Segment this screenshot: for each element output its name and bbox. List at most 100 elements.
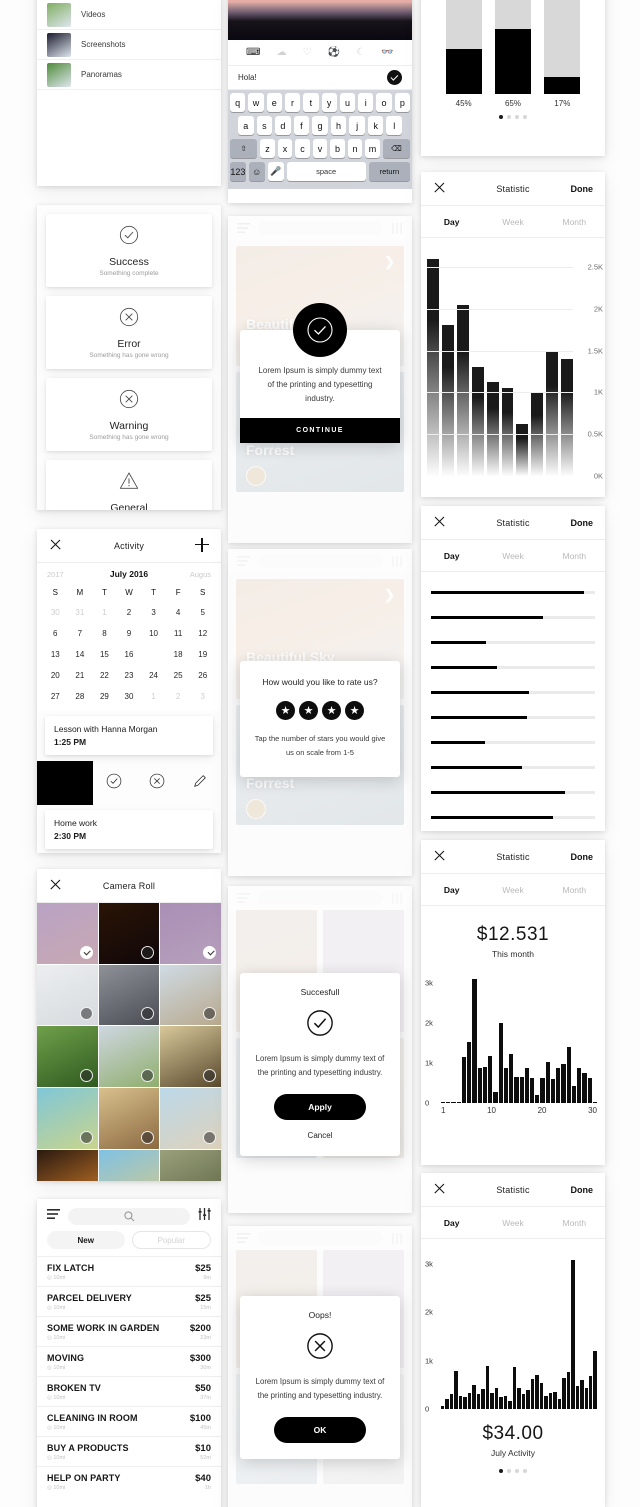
statistic-tab-month[interactable]: Month [544,874,605,905]
statistic-tab-day[interactable]: Day [421,874,482,905]
pagination-dot[interactable] [507,1469,511,1473]
calendar-day[interactable]: 23 [117,665,142,686]
photo-select-badge[interactable] [79,945,93,959]
statistic-close-button[interactable] [433,515,459,530]
task-row[interactable]: FIX LATCH $25 ◎ 10mi 9m [37,1256,221,1286]
photo-select-badge[interactable] [203,945,216,959]
pagination-dot[interactable] [523,1469,527,1473]
library-row[interactable]: Screenshots [37,30,221,60]
on-screen-keyboard[interactable]: q w e r t y u i o p a s d f g h j k l ⇧ z x c v b n m ⌫ 123 ☺ 🎤 space re… [228,90,412,189]
alert-card[interactable]: Success Something complete [46,214,212,287]
photo-select-badge[interactable] [203,1130,216,1144]
camera-roll-cell[interactable] [160,1149,221,1181]
key-w[interactable]: w [248,93,264,112]
keyboard-icon[interactable]: ⌨ [246,47,260,58]
calendar-day[interactable]: 20 [43,665,68,686]
statistic-done-button[interactable]: Done [567,518,594,528]
camera-roll-cell[interactable] [160,903,221,964]
send-check-icon[interactable] [387,70,402,85]
statistic-tab-week[interactable]: Week [482,540,543,571]
photo-select-badge[interactable] [141,945,155,959]
calendar-day[interactable]: 15 [92,644,117,665]
pagination-dot[interactable] [523,115,527,119]
statistic-tab-month[interactable]: Month [544,540,605,571]
photo-select-badge[interactable] [79,1007,93,1021]
key-g[interactable]: g [312,116,328,135]
statistic-done-button[interactable]: Done [567,1185,594,1195]
x-circle-icon[interactable] [149,773,165,794]
calendar-day[interactable]: 12 [190,623,215,644]
soccer-ball-icon[interactable]: ⚽ [328,47,340,58]
task-row[interactable]: PARCEL DELIVERY $25 ◎ 10mi 15m [37,1286,221,1316]
task-row[interactable]: MOVING $300 ◎ 10mi 30m [37,1346,221,1376]
pencil-icon[interactable] [192,773,208,794]
calendar-grid[interactable]: S M T W T F S 30 31 1 2 3 4 5 6 7 8 9 10 11 12 13 14 15 16 17 18 19… [37,581,221,711]
message-input[interactable]: Hola! [238,73,387,82]
calendar-day[interactable]: 16 [117,644,142,665]
cancel-button[interactable]: Cancel [252,1131,388,1140]
key-n[interactable]: n [347,139,363,158]
check-circle-icon[interactable] [106,773,122,794]
tasklist-tab-new[interactable]: New [47,1231,125,1249]
statistic-tab-month[interactable]: Month [544,1207,605,1238]
tasklist-tab-popular[interactable]: Popular [131,1231,211,1249]
calendar-day[interactable]: 9 [117,623,142,644]
camera-roll-close-button[interactable] [49,878,75,893]
photo-select-badge[interactable] [203,1069,216,1083]
key-b[interactable]: b [330,139,345,158]
key-u[interactable]: u [339,93,356,112]
calendar-day[interactable]: 17 [141,644,166,665]
statistic-tabs[interactable]: Day Week Month [421,874,605,906]
task-row[interactable]: BROKEN TV $50 ◎ 10mi 37m [37,1376,221,1406]
pagination-dots[interactable] [421,108,605,128]
pagination-dots[interactable] [421,1458,605,1482]
statistic-done-button[interactable]: Done [567,184,594,194]
reaction-icon-row[interactable]: ⌨ ☁ ♡ ⚽ ☾ 👓 [228,40,412,66]
calendar-prev-month[interactable]: 2017 [47,570,81,579]
calendar-day[interactable]: 31 [68,602,93,623]
shift-key[interactable]: ⇧ [230,139,258,158]
key-o[interactable]: o [376,93,392,112]
camera-roll-cell[interactable] [98,1088,160,1149]
rating-stars[interactable]: ★ ★ ★ ★ [252,701,388,720]
ok-button[interactable]: OK [274,1416,366,1443]
key-k[interactable]: k [367,116,384,135]
calendar-day[interactable]: 30 [117,686,142,707]
calendar-day[interactable]: 4 [166,602,191,623]
return-key[interactable]: return [368,162,410,181]
key-v[interactable]: v [312,139,328,158]
key-r[interactable]: r [284,93,301,112]
camera-roll-cell[interactable] [98,1026,160,1088]
calendar-day[interactable]: 10 [141,623,166,644]
calendar-day[interactable]: 19 [190,644,215,665]
photo-select-badge[interactable] [79,1130,93,1144]
calendar-day[interactable]: 3 [141,602,166,623]
backspace-key[interactable]: ⌫ [382,139,410,158]
alert-card[interactable]: Warning Something has gone wrong [46,378,212,451]
continue-button[interactable]: CONTINUE [240,418,400,443]
alert-card[interactable]: GeneralSomething has gone wrong [46,460,212,510]
key-f[interactable]: f [293,116,310,135]
statistic-tab-day[interactable]: Day [421,206,482,237]
task-row[interactable]: SOME WORK IN GARDEN $200 ◎ 10mi 23m [37,1316,221,1346]
camera-roll-cell[interactable] [160,964,221,1026]
star-icon[interactable]: ★ [276,701,295,720]
camera-roll-grid[interactable] [37,903,221,1181]
calendar-day[interactable]: 2 [117,602,142,623]
apply-button[interactable]: Apply [274,1093,366,1120]
statistic-tab-day[interactable]: Day [421,540,482,571]
library-row[interactable]: Videos [37,0,221,30]
key-p[interactable]: p [394,93,410,112]
statistic-tab-week[interactable]: Week [482,1207,543,1238]
numbers-key[interactable]: 123 [230,162,246,181]
statistic-tabs[interactable]: Day Week Month [421,540,605,572]
hamburger-icon[interactable] [47,1207,60,1225]
key-x[interactable]: x [277,139,293,158]
calendar-day[interactable]: 14 [68,644,93,665]
sliders-icon[interactable] [198,1207,211,1225]
heart-icon[interactable]: ♡ [303,47,312,58]
camera-roll-cell[interactable] [37,1088,98,1149]
calendar-day[interactable]: 25 [166,665,191,686]
activity-close-button[interactable] [49,538,75,553]
camera-roll-cell[interactable] [37,1149,98,1181]
